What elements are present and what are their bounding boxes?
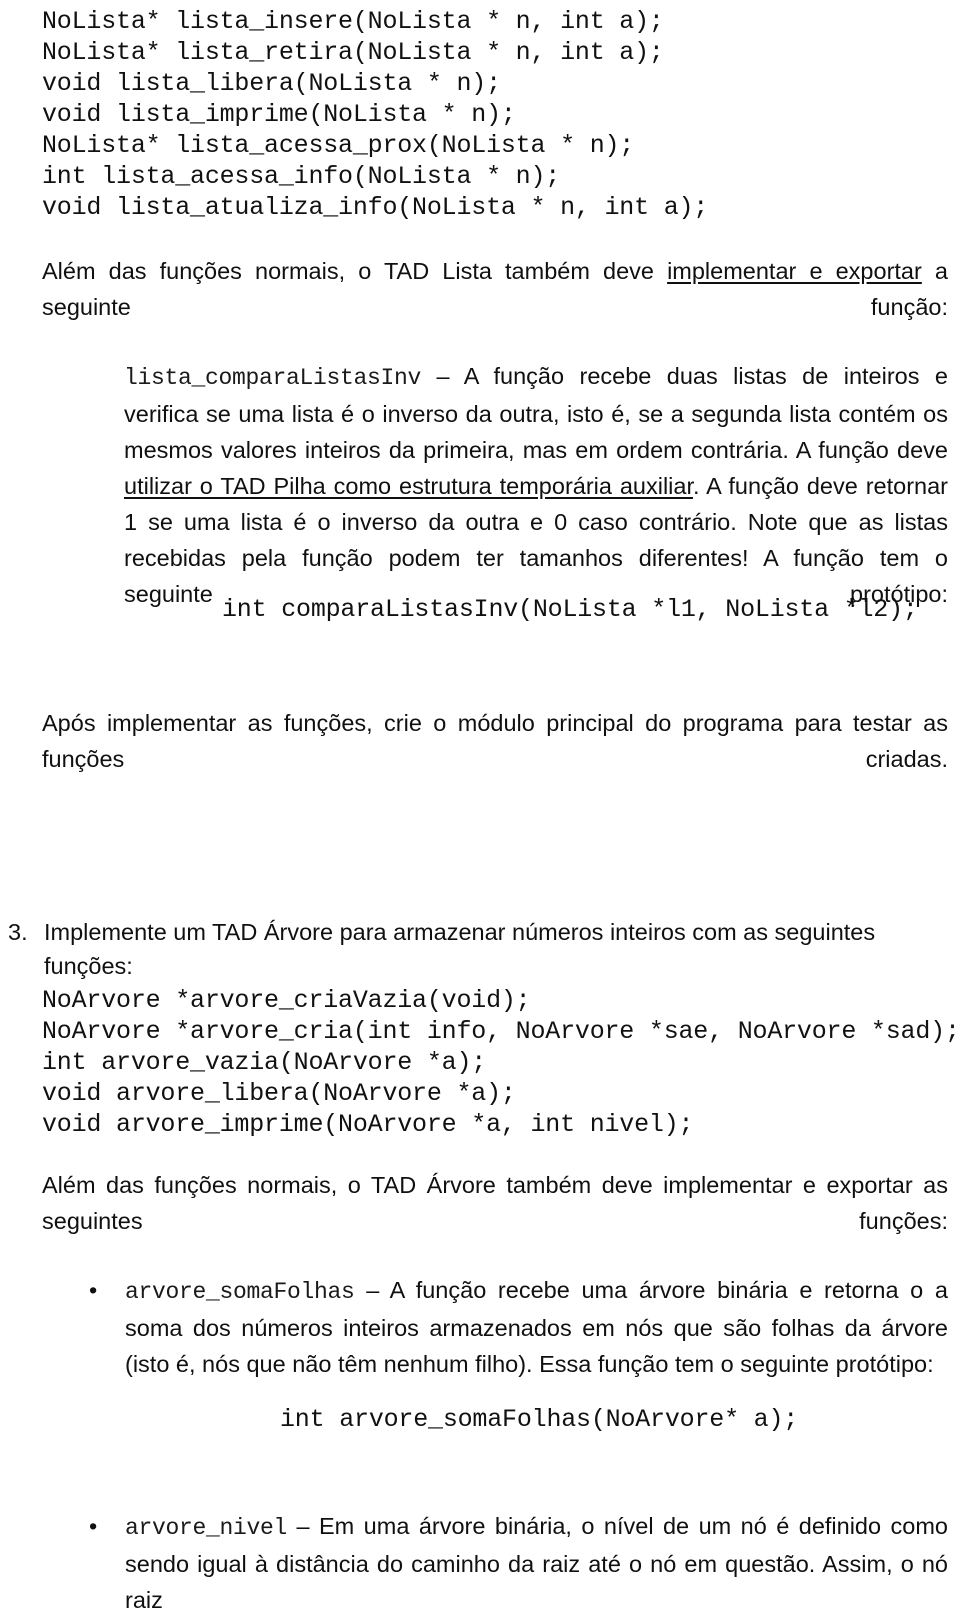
code-line: NoArvore *arvore_criaVazia(void);	[42, 986, 531, 1015]
lista-prototypes-code-block: NoLista* lista_insere(NoLista * n, int a…	[42, 6, 708, 223]
bullet-item-arvore-nivel: • arvore_nivel – Em uma árvore binária, …	[85, 1508, 948, 1618]
compara-listas-prototype: int comparaListasInv(NoLista *l1, NoList…	[222, 595, 918, 624]
item-number: 3.	[8, 919, 28, 945]
arvore-prototypes-code-block: NoArvore *arvore_criaVazia(void); NoArvo…	[42, 985, 960, 1140]
arvore-nivel-dash: –	[287, 1513, 319, 1539]
lista-export-text-before: Além das funções normais, o TAD Lista ta…	[42, 258, 668, 284]
code-line: int lista_acessa_info(NoLista * n);	[42, 162, 561, 191]
arvore-nivel-function-name: arvore_nivel	[125, 1515, 288, 1541]
code-line: void lista_libera(NoLista * n);	[42, 69, 501, 98]
bullet-text: arvore_nivel – Em uma árvore binária, o …	[125, 1508, 948, 1618]
code-line: NoLista* lista_acessa_prox(NoLista * n);	[42, 131, 635, 160]
code-line: void lista_atualiza_info(NoLista * n, in…	[42, 193, 709, 222]
main-module-paragraph: Após implementar as funções, crie o módu…	[42, 710, 948, 772]
bullet-marker-icon: •	[89, 1513, 98, 1539]
bullet-marker-icon: •	[89, 1277, 98, 1303]
document-page: NoLista* lista_insere(NoLista * n, int a…	[0, 0, 960, 1613]
item-text: Implemente um TAD Árvore para armazenar …	[44, 919, 876, 979]
bullet-item-arvore-soma-folhas: • arvore_somaFolhas – A função recebe um…	[85, 1272, 948, 1382]
code-line: int arvore_vazia(NoArvore *a);	[42, 1048, 487, 1077]
code-line: void arvore_libera(NoArvore *a);	[42, 1079, 516, 1108]
soma-folhas-dash: –	[354, 1277, 390, 1303]
lista-export-underlined: implementar e exportar	[667, 258, 922, 284]
arvore-export-paragraph: Além das funções normais, o TAD Árvore t…	[42, 1172, 948, 1234]
compara-listas-function-name: lista_comparaListasInv	[124, 365, 422, 391]
bullet-text: arvore_somaFolhas – A função recebe uma …	[125, 1272, 948, 1382]
lista-export-paragraph: Além das funções normais, o TAD Lista ta…	[42, 253, 948, 361]
code-line: NoArvore *arvore_cria(int info, NoArvore…	[42, 1017, 960, 1046]
code-line: void lista_imprime(NoLista * n);	[42, 100, 516, 129]
arvore-numbered-item: 3. Implemente um TAD Árvore para armazen…	[8, 915, 948, 983]
soma-folhas-prototype: int arvore_somaFolhas(NoArvore* a);	[280, 1405, 799, 1434]
code-line: NoLista* lista_retira(NoLista * n, int a…	[42, 38, 664, 67]
compara-listas-dash: –	[421, 363, 464, 389]
code-line: void arvore_imprime(NoArvore *a, int niv…	[42, 1110, 694, 1139]
compara-listas-underlined: utilizar o TAD Pilha como estrutura temp…	[124, 473, 693, 499]
soma-folhas-function-name: arvore_somaFolhas	[125, 1279, 355, 1305]
code-line: NoLista* lista_insere(NoLista * n, int a…	[42, 7, 664, 36]
